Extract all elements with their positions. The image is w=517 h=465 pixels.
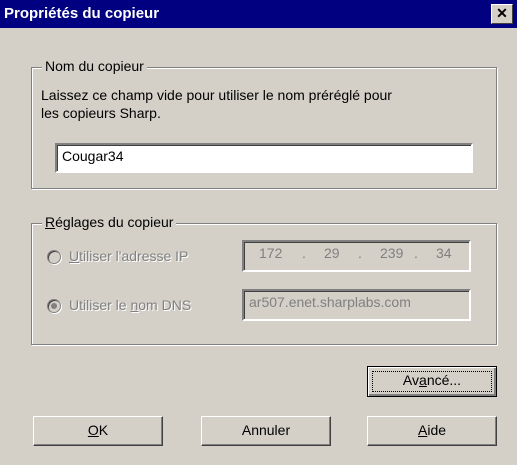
radio-selected-dot bbox=[51, 303, 57, 309]
use-dns-label: Utiliser le nom DNS bbox=[69, 297, 192, 313]
ip-octet-3: 239 bbox=[380, 245, 404, 261]
copier-name-value: Cougar34 bbox=[62, 148, 124, 164]
copier-properties-dialog: Propriétés du copieur ✕ Nom du copieur L… bbox=[0, 0, 517, 465]
use-ip-address-option[interactable]: Utiliser l'adresse IP bbox=[47, 248, 237, 268]
ip-separator-2: . bbox=[358, 245, 362, 261]
advanced-button[interactable]: Avancé... bbox=[367, 366, 497, 397]
cancel-button-label: Annuler bbox=[241, 422, 291, 438]
ok-button-label: OK bbox=[87, 422, 109, 438]
ip-separator-3: . bbox=[414, 245, 418, 261]
name-description-line1: Laissez ce champ vide pour utiliser le n… bbox=[41, 87, 392, 103]
close-icon: ✕ bbox=[496, 5, 508, 21]
ip-octet-4: 34 bbox=[436, 245, 452, 261]
copier-name-field[interactable]: Cougar34 bbox=[55, 143, 473, 173]
ip-octet-2: 29 bbox=[324, 245, 340, 261]
ip-address-field[interactable]: 172 . 29 . 239 . 34 bbox=[242, 240, 471, 272]
copier-name-group-legend: Nom du copieur bbox=[42, 58, 147, 74]
advanced-button-label: Avancé... bbox=[402, 372, 462, 388]
dns-name-value: ar507.enet.sharplabs.com bbox=[249, 294, 411, 310]
dialog-title: Propriétés du copieur bbox=[4, 5, 160, 22]
ip-octet-1: 172 bbox=[259, 245, 283, 261]
use-dns-name-option[interactable]: Utiliser le nom DNS bbox=[47, 297, 237, 317]
ip-separator-1: . bbox=[302, 245, 306, 261]
help-button[interactable]: Aide bbox=[367, 416, 497, 446]
ok-button[interactable]: OK bbox=[33, 416, 163, 446]
copier-settings-group-legend: Réglages du copieur bbox=[42, 214, 177, 230]
name-description-line2: les copieurs Sharp. bbox=[41, 105, 161, 121]
use-ip-radio[interactable] bbox=[47, 250, 61, 264]
dns-name-field[interactable]: ar507.enet.sharplabs.com bbox=[242, 289, 471, 321]
use-ip-label: Utiliser l'adresse IP bbox=[69, 248, 189, 264]
close-button[interactable]: ✕ bbox=[491, 4, 513, 24]
use-dns-radio[interactable] bbox=[47, 299, 61, 313]
cancel-button[interactable]: Annuler bbox=[201, 416, 331, 446]
help-button-label: Aide bbox=[417, 422, 447, 438]
title-bar[interactable]: Propriétés du copieur ✕ bbox=[0, 0, 517, 28]
